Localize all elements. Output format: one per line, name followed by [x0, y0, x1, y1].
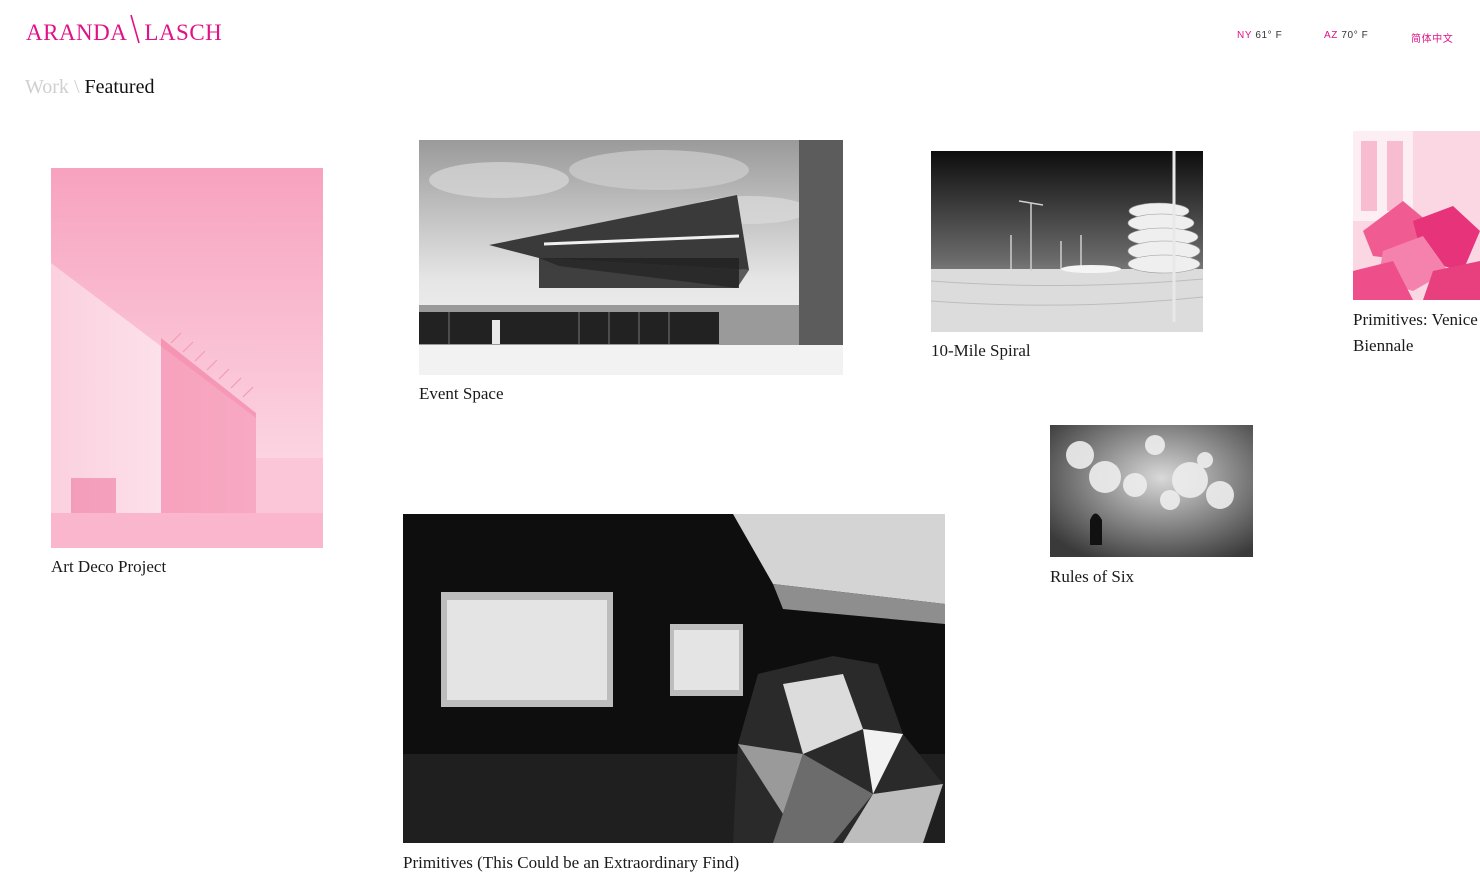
breadcrumb-separator: \: [73, 76, 80, 98]
project-primitives-find-title[interactable]: Primitives (This Could be an Extraordina…: [403, 850, 739, 876]
project-event-space[interactable]: [419, 140, 843, 375]
project-rules-of-six-image: [1050, 425, 1253, 557]
logo-text-left: ARANDA: [26, 20, 128, 45]
breadcrumb-current: Featured: [84, 76, 155, 98]
project-10-mile-spiral-image: [931, 151, 1203, 332]
project-10-mile-spiral-title[interactable]: 10-Mile Spiral: [931, 338, 1031, 364]
project-art-deco[interactable]: [51, 168, 323, 548]
project-art-deco-title[interactable]: Art Deco Project: [51, 554, 166, 580]
weather-ny-temp: 61° F: [1255, 30, 1283, 41]
language-link[interactable]: 简体中文: [1411, 30, 1471, 45]
project-primitives-venice-title[interactable]: Primitives: Venice Biennale: [1353, 307, 1478, 359]
page: ARANDA LASCH NY 61° F AZ 70° F 简体中文 Work…: [0, 0, 1480, 880]
project-primitives-venice-image: [1353, 131, 1480, 300]
project-primitives-find-image: [403, 514, 945, 843]
weather-az-city: AZ: [1324, 30, 1338, 41]
logo-slash-icon: [130, 14, 141, 44]
project-primitives-venice-title-line2: Biennale: [1353, 336, 1414, 355]
project-10-mile-spiral[interactable]: [931, 151, 1203, 332]
project-primitives-find[interactable]: [403, 514, 945, 843]
site-logo[interactable]: ARANDA LASCH: [26, 14, 222, 44]
project-art-deco-image: [51, 168, 323, 548]
logo-text-right: LASCH: [144, 20, 223, 45]
weather-az: AZ 70° F: [1324, 30, 1384, 41]
weather-ny-city: NY: [1237, 30, 1252, 41]
breadcrumb-work-link[interactable]: Work: [25, 76, 69, 98]
project-rules-of-six[interactable]: [1050, 425, 1253, 557]
breadcrumb: Work \ Featured: [25, 77, 154, 97]
project-primitives-venice-title-line1: Primitives: Venice: [1353, 310, 1478, 329]
weather-az-temp: 70° F: [1341, 30, 1369, 41]
project-primitives-venice[interactable]: [1353, 131, 1480, 300]
project-event-space-title[interactable]: Event Space: [419, 381, 504, 407]
project-rules-of-six-title[interactable]: Rules of Six: [1050, 564, 1134, 590]
weather-ny: NY 61° F: [1237, 30, 1297, 41]
project-event-space-image: [419, 140, 843, 375]
